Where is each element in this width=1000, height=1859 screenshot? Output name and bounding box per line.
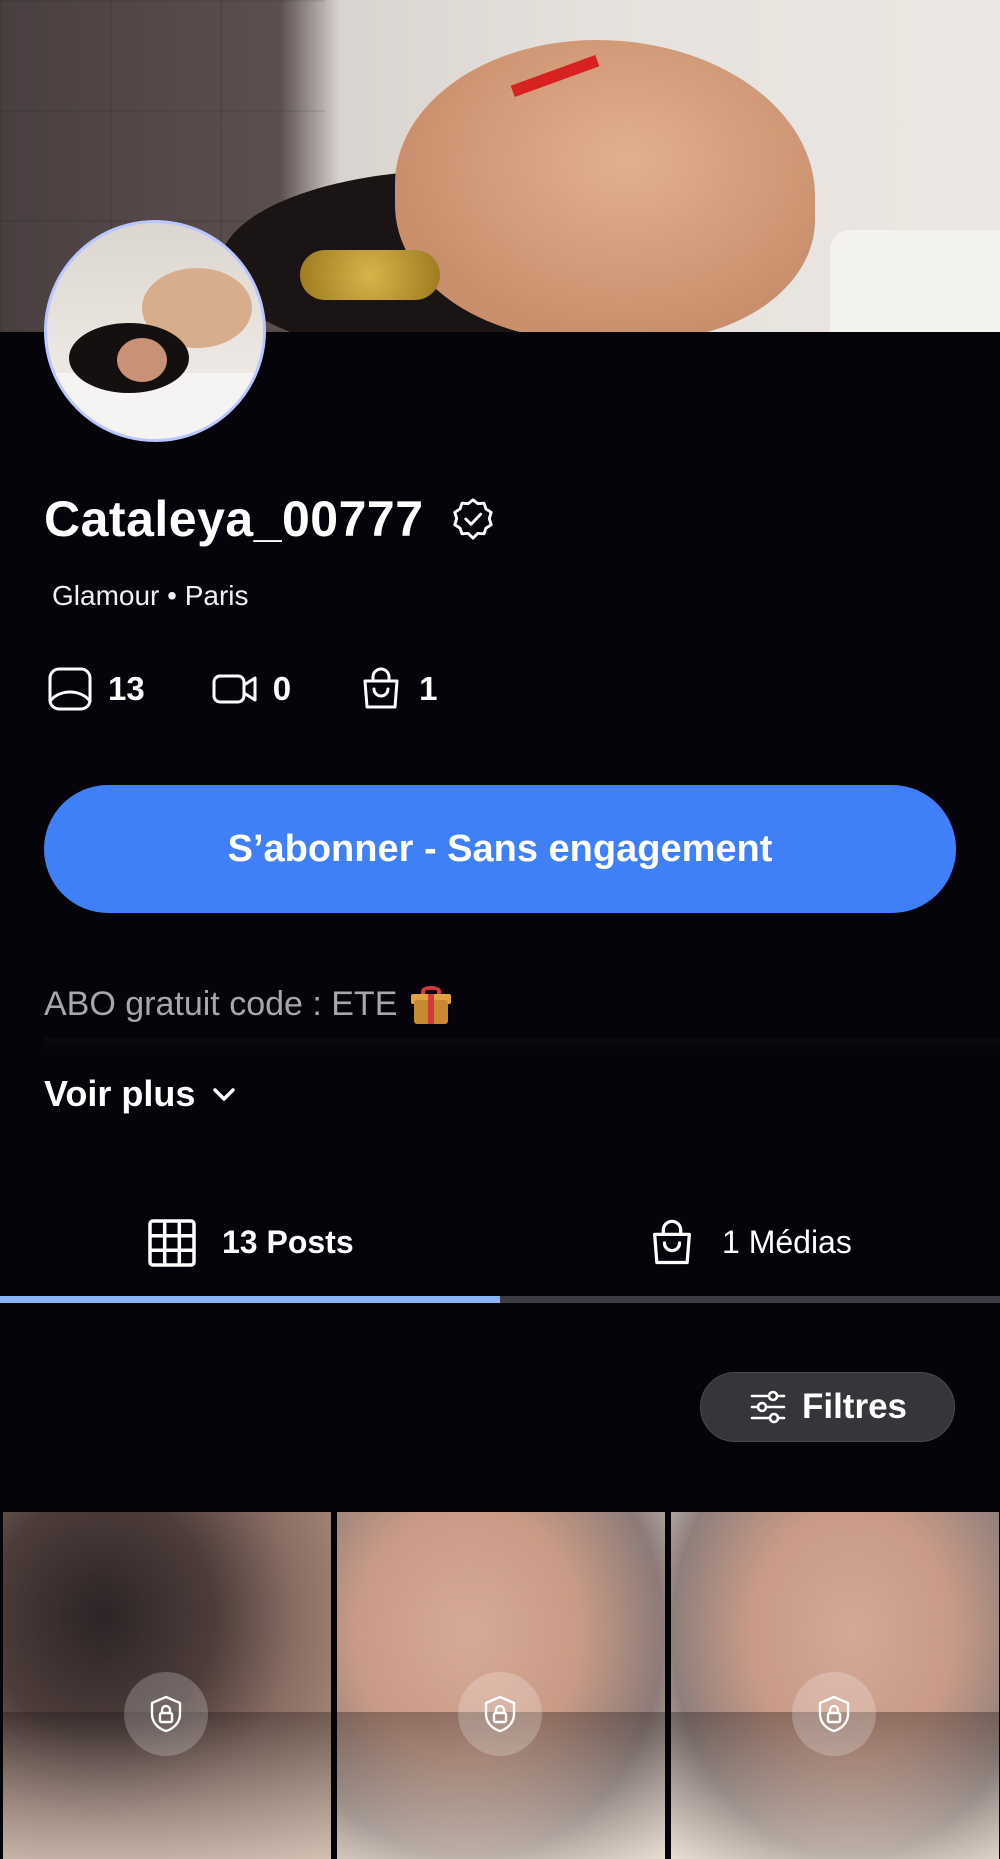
- locked-badge: [124, 1672, 208, 1756]
- shopping-bag-icon: [363, 667, 399, 709]
- sliders-icon: [750, 1390, 786, 1424]
- lock-shield-icon: [150, 1695, 182, 1733]
- profile-bio: ABO gratuit code : ETE: [44, 985, 452, 1024]
- tab-medias-label: 1 Médias: [722, 1224, 852, 1260]
- stat-photos-count: 13: [108, 670, 145, 707]
- verified-badge-icon: [452, 498, 493, 540]
- photo-icon: [48, 667, 92, 711]
- locked-badge: [792, 1672, 876, 1756]
- grid-icon: [148, 1218, 196, 1267]
- tab-indicator: [0, 1296, 500, 1303]
- stat-videos-count: 0: [272, 670, 292, 707]
- profile-header: Cataleya_00777: [44, 490, 496, 548]
- locked-badge: [458, 1672, 542, 1756]
- bag-icon: [653, 1219, 691, 1264]
- lock-shield-icon: [818, 1695, 850, 1733]
- bio-fade: [44, 1038, 1000, 1052]
- content-tabs: 13 Posts 1 Médias: [0, 1185, 1000, 1305]
- tab-medias[interactable]: 1 Médias: [646, 1185, 852, 1300]
- filters-button[interactable]: Filtres: [700, 1372, 955, 1442]
- avatar[interactable]: [44, 220, 266, 442]
- see-more-label: Voir plus: [44, 1073, 196, 1114]
- tab-posts-label: 13 Posts: [222, 1224, 354, 1260]
- chevron-down-icon: [213, 1088, 236, 1101]
- lock-shield-icon: [484, 1695, 516, 1733]
- stat-videos: 0: [211, 665, 291, 713]
- bio-text: ABO gratuit code : ETE: [44, 985, 398, 1023]
- tab-indicator-track: [0, 1296, 1000, 1303]
- subscribe-button[interactable]: S’abonner - Sans engagement: [44, 785, 956, 913]
- gift-icon: [411, 985, 452, 1024]
- filters-label: Filtres: [801, 1387, 908, 1426]
- profile-subtitle: Glamour • Paris: [52, 580, 249, 611]
- username: Cataleya_00777: [44, 491, 424, 547]
- see-more-button[interactable]: Voir plus: [44, 1073, 239, 1115]
- stat-products-count: 1: [419, 670, 438, 707]
- video-camera-icon: [212, 674, 257, 704]
- stat-products: 1: [357, 665, 437, 713]
- stats-row: 13 0 1: [46, 665, 503, 713]
- tab-posts[interactable]: 13 Posts: [146, 1185, 354, 1300]
- stat-photos: 13: [46, 665, 145, 713]
